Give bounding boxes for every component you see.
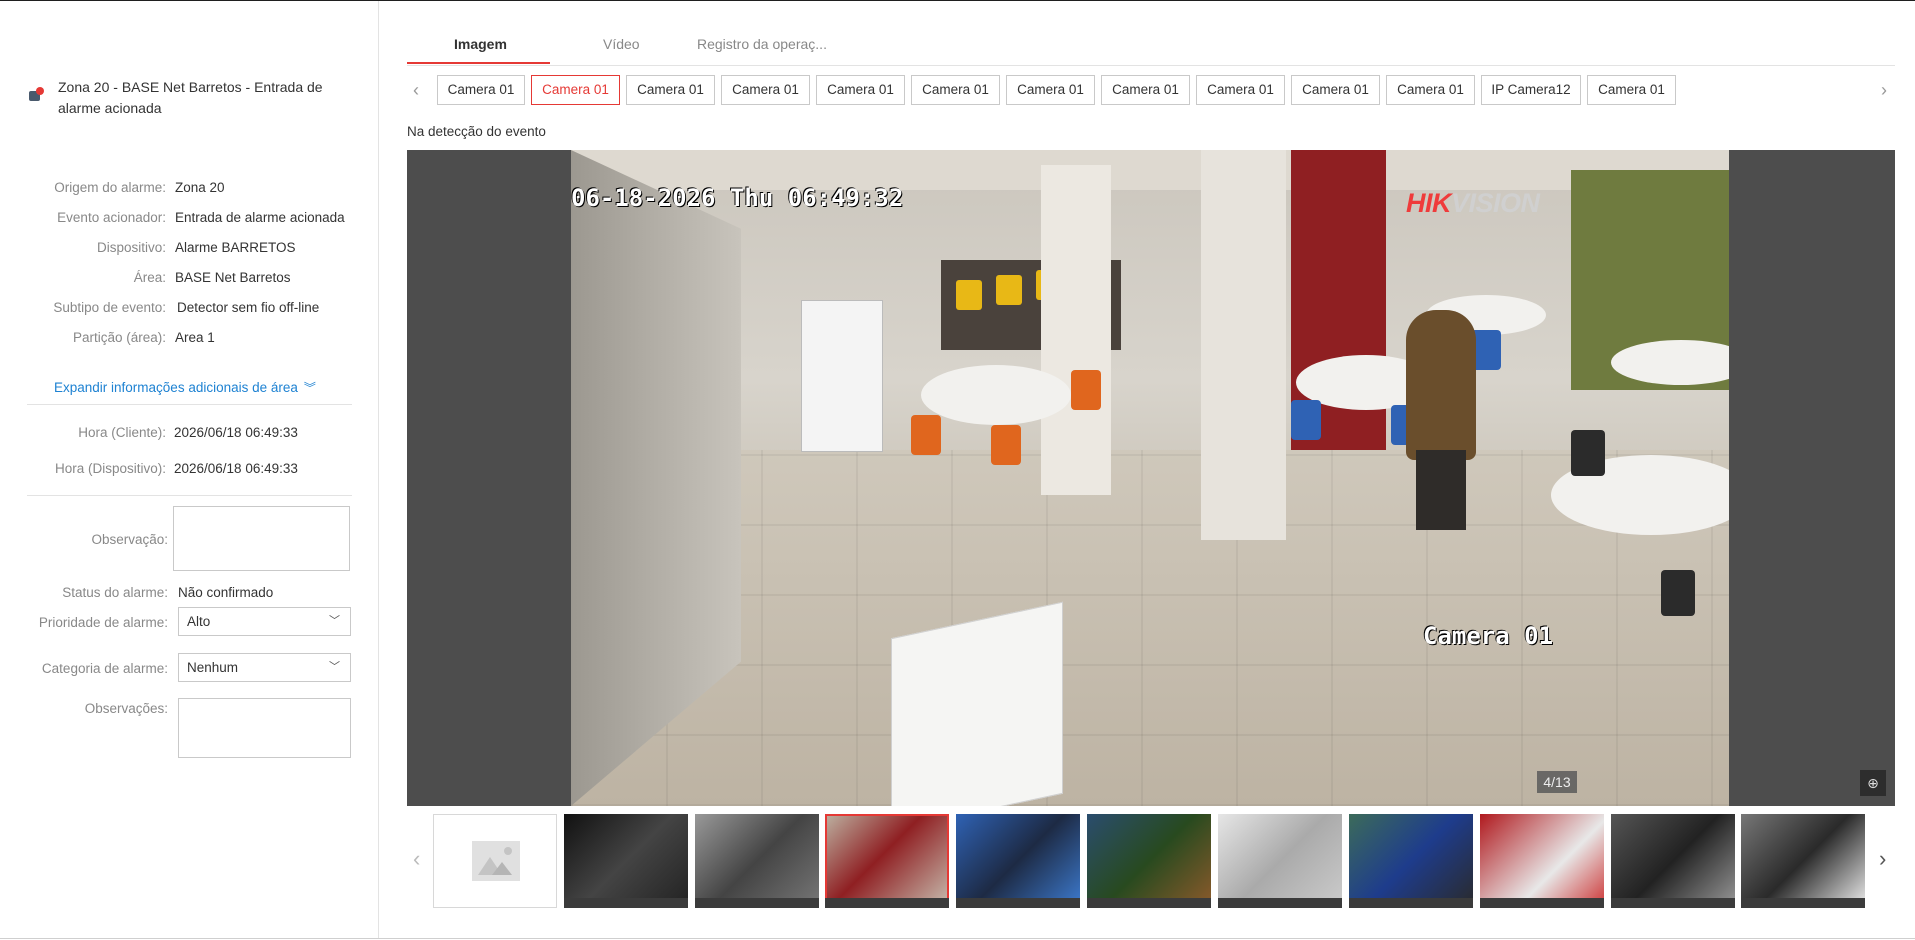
camera-button-1[interactable]: Camera 01 [437, 75, 525, 105]
divider [27, 404, 352, 405]
capture-caption: Na detecção do evento [407, 124, 546, 139]
thumbnail[interactable] [1087, 814, 1211, 908]
thumbnail[interactable] [956, 814, 1080, 908]
thumbnail[interactable] [695, 814, 819, 908]
osd-camera-name: Camera 01 [1423, 622, 1554, 650]
thumbnail-strip: ‹ › [407, 814, 1895, 908]
detail-label: Partição (área): [72, 330, 166, 345]
camera-button-8[interactable]: Camera 01 [1101, 75, 1190, 105]
alarm-title: Zona 20 - BASE Net Barretos - Entrada de… [58, 79, 323, 116]
camera-button-11[interactable]: Camera 01 [1386, 75, 1475, 105]
expand-label: Expandir informações adicionais de área [54, 380, 298, 395]
chevron-left-icon[interactable]: ‹ [413, 75, 419, 105]
media-tabs: Imagem Vídeo Registro da operaç... [407, 28, 1895, 66]
detail-label: Evento acionador: [57, 210, 166, 225]
thumbnail[interactable] [564, 814, 688, 908]
priority-select[interactable]: Alto ﹀ [178, 607, 351, 636]
detail-label: Subtipo de evento: [53, 300, 166, 315]
chevron-left-icon[interactable]: ‹ [413, 846, 420, 872]
time-label: Hora (Cliente): [78, 425, 166, 440]
camera-selector: ‹ Camera 01 Camera 01 Camera 01 Camera 01 Ca… [407, 75, 1895, 105]
detail-label: Dispositivo: [96, 240, 166, 255]
camera-button-5[interactable]: Camera 01 [816, 75, 905, 105]
time-value: 2026/06/18 06:49:33 [174, 461, 298, 476]
status-value: Não confirmado [178, 585, 274, 600]
camera-button-10[interactable]: Camera 01 [1291, 75, 1380, 105]
camera-button-6[interactable]: Camera 01 [911, 75, 1000, 105]
detail-value: BASE Net Barretos [175, 270, 291, 285]
camera-button-7[interactable]: Camera 01 [1006, 75, 1095, 105]
thumbnail[interactable] [1611, 814, 1735, 908]
alarm-details-panel: Zona 20 - BASE Net Barretos - Entrada de… [0, 1, 379, 938]
priority-value: Alto [187, 614, 211, 629]
camera-button-9[interactable]: Camera 01 [1196, 75, 1285, 105]
detail-value: Alarme BARRETOS [175, 240, 296, 255]
double-chevron-down-icon: ︾ [303, 381, 316, 395]
thumbnail[interactable] [1218, 814, 1342, 908]
chevron-right-icon[interactable]: › [1881, 75, 1887, 105]
detail-value: Zona 20 [175, 180, 225, 195]
status-label: Status do alarme: [62, 585, 168, 600]
camera-brand-logo: HIKVISION [1406, 188, 1540, 218]
time-value: 2026/06/18 06:49:33 [174, 425, 298, 440]
tab-registro[interactable]: Registro da operaç... [697, 36, 827, 52]
observacoes-label: Observações: [84, 701, 168, 716]
image-placeholder-icon [472, 841, 520, 881]
image-viewer[interactable]: 06-18-2026 Thu 06:49:32 HIKVISION Camera… [407, 150, 1895, 806]
category-label: Categoria de alarme: [41, 661, 168, 676]
category-select[interactable]: Nenhum ﹀ [178, 653, 351, 682]
detail-label: Área: [133, 270, 166, 285]
priority-label: Prioridade de alarme: [38, 615, 168, 630]
tab-imagem[interactable]: Imagem [454, 36, 507, 52]
divider [27, 495, 352, 496]
bottom-border [0, 938, 1915, 939]
observacoes-textarea[interactable] [178, 698, 351, 758]
thumbnail[interactable] [1741, 814, 1865, 908]
camera-button-4[interactable]: Camera 01 [721, 75, 810, 105]
osd-timestamp: 06-18-2026 Thu 06:49:32 [571, 184, 904, 212]
detail-label: Origem do alarme: [54, 180, 166, 195]
camera-button-13[interactable]: Camera 01 [1587, 75, 1676, 105]
chevron-right-icon[interactable]: › [1879, 846, 1886, 872]
camera-snapshot: 06-18-2026 Thu 06:49:32 HIKVISION Camera… [571, 150, 1729, 806]
chevron-down-icon: ﹀ [329, 615, 340, 627]
thumbnail-active[interactable] [825, 814, 949, 908]
observacao-label: Observação: [91, 532, 168, 547]
tab-video[interactable]: Vídeo [603, 36, 640, 52]
camera-button-2[interactable]: Camera 01 [531, 75, 620, 105]
detail-value: Area 1 [175, 330, 215, 345]
expand-area-info-link[interactable]: Expandir informações adicionais de área ︾ [54, 379, 316, 396]
image-counter: 4/13 [1537, 771, 1577, 793]
time-label: Hora (Dispositivo): [54, 461, 166, 476]
thumbnail[interactable] [1349, 814, 1473, 908]
chevron-down-icon: ﹀ [329, 661, 340, 673]
category-value: Nenhum [187, 660, 239, 675]
detail-value: Detector sem fio off-line [177, 300, 320, 315]
thumbnail[interactable] [1480, 814, 1604, 908]
thumbnail-placeholder[interactable] [433, 814, 557, 908]
zoom-in-icon[interactable]: ⊕ [1860, 770, 1886, 796]
active-tab-indicator [407, 62, 550, 64]
alarm-bell-icon [28, 87, 44, 101]
observacao-textarea[interactable] [173, 506, 350, 571]
camera-button-3[interactable]: Camera 01 [626, 75, 715, 105]
camera-button-12[interactable]: IP Camera12 [1481, 75, 1581, 105]
detail-value: Entrada de alarme acionada [175, 210, 345, 225]
